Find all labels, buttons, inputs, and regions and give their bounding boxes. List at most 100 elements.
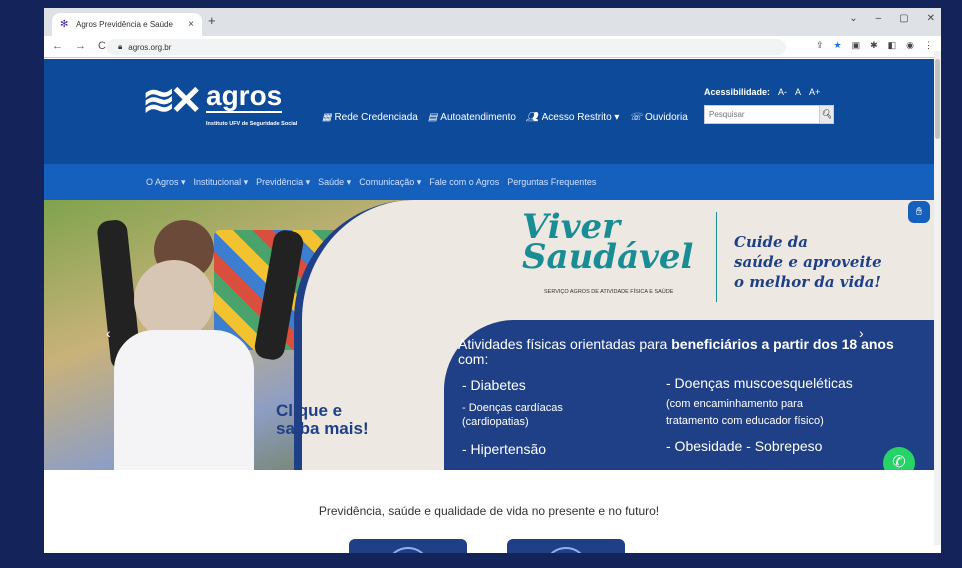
card-icon [389, 547, 427, 553]
url-text: agros.org.br [128, 42, 172, 52]
condition-item: (cardiopatias) [462, 416, 529, 428]
font-normal-button[interactable]: A [795, 87, 801, 97]
autoatendimento-link[interactable]: ▤ Autoatendimento [428, 112, 516, 123]
url-field[interactable]: 🔒︎ agros.org.br [106, 39, 786, 55]
condition-item: - Hipertensão [462, 441, 547, 457]
service-card[interactable] [507, 539, 625, 553]
agros-favicon-icon: ✻ [60, 18, 69, 30]
ouvidoria-link[interactable]: ☏ Ouvidoria [629, 112, 687, 123]
site-tagline: Previdência, saúde e qualidade de vida n… [318, 504, 660, 518]
heart-icon [547, 547, 585, 553]
cta-line: Clique e [276, 401, 343, 420]
minimize-button[interactable]: – [876, 13, 882, 24]
agros-logo[interactable]: ≋✕ agros Instituto UFV de Seguridade Soc… [142, 79, 302, 139]
condition-item: - Doenças muscoesqueléticas [666, 375, 853, 391]
menu-item-fale-conosco[interactable]: Fale com o Agros [429, 177, 499, 188]
panel-title-c: com: [458, 351, 489, 367]
search-box: 🔍︎ [704, 105, 834, 124]
panel-title-a: Atividades físicas orientadas para [458, 336, 672, 352]
users-icon: 👥︎ [525, 112, 539, 123]
menu-item-perguntas[interactable]: Perguntas Frequentes [507, 177, 596, 188]
card-icon: ▤ [427, 112, 438, 123]
menu-item-saude[interactable]: Saúde ▾ [318, 177, 351, 188]
font-increase-button[interactable]: A+ [809, 87, 820, 97]
cta-line: saiba mais! [276, 419, 369, 438]
browser-window: ✻ Agros Previdência e Saúde × + ⌄ – ▢ ✕ … [44, 8, 941, 553]
logo-subtitle: Instituto UFV de Seguridade Social [206, 121, 298, 127]
service-card[interactable] [349, 539, 467, 553]
brand-subtitle: SERVIÇO AGROS DE ATIVIDADE FÍSICA E SAÚD… [544, 289, 674, 295]
share-icon[interactable]: ⇪ [816, 40, 824, 51]
reload-icon[interactable]: C [98, 40, 106, 52]
condition-item: - Diabetes [462, 377, 526, 393]
tab-title: Agros Previdência e Saúde [76, 20, 173, 29]
condition-item: (com encaminhamento para [666, 398, 803, 410]
address-bar-row: ← → C 🔒︎ agros.org.br ⇪ ★ ▣ ✱ ◧ ◉ ⋮ [44, 36, 941, 58]
accessibility-controls: Acessibilidade: A- A A+ [704, 87, 820, 97]
chat-icon: ☏ [629, 112, 642, 123]
tab-strip: ✻ Agros Previdência e Saúde × + ⌄ – ▢ ✕ [44, 8, 941, 36]
search-icon: 🔍︎ [820, 109, 833, 119]
acesso-restrito-link[interactable]: 👥︎ Acesso Restrito ▾ [526, 112, 620, 123]
forward-icon[interactable]: → [75, 40, 86, 52]
link-label: Autoatendimento [440, 112, 516, 123]
panel-title: Atividades físicas orientadas para benef… [458, 337, 908, 367]
top-links: ▦ Rede Credenciada ▤ Autoatendimento 👥︎ Ace… [322, 112, 688, 123]
condition-item: - Doenças cardíacas [462, 402, 563, 414]
search-input[interactable] [705, 106, 819, 123]
menu-item-comunicacao[interactable]: Comunicação ▾ [359, 177, 421, 188]
condition-item: tratamento com educador físico) [666, 415, 824, 427]
divider [716, 212, 717, 302]
accessibility-hand-icon[interactable]: ✋︎ [908, 201, 930, 223]
lock-icon: 🔒︎ [118, 42, 123, 51]
search-button[interactable]: 🔍︎ [819, 106, 833, 123]
woman-figure [134, 260, 214, 340]
link-label: Ouvidoria [644, 112, 688, 123]
hero-banner[interactable]: Clique e saiba mais! Viver Saudável SERV… [44, 200, 934, 470]
tab-search-icon[interactable]: ⌄ [849, 13, 857, 24]
nav-buttons: ← → C [52, 40, 106, 52]
restore-button[interactable]: ▢ [899, 13, 908, 24]
rede-credenciada-link[interactable]: ▦ Rede Credenciada [322, 112, 418, 123]
puzzle-icon[interactable]: ✱ [870, 40, 878, 51]
browser-tab[interactable]: ✻ Agros Previdência e Saúde × [52, 13, 202, 36]
menu-item-institucional[interactable]: Institucional ▾ [194, 177, 249, 188]
page-scrollbar[interactable] [934, 51, 941, 545]
slogan-line: Cuide da [734, 233, 809, 251]
menu-item-previdencia[interactable]: Previdência ▾ [256, 177, 310, 188]
extension-icon[interactable]: ▣ [852, 40, 861, 51]
kebab-menu-icon[interactable]: ⋮ [924, 40, 933, 51]
extension-icons: ⇪ ★ ▣ ✱ ◧ ◉ ⋮ [816, 40, 933, 51]
brand-line: Saudável [522, 237, 694, 277]
carousel-next-icon[interactable]: › [859, 325, 864, 341]
condition-item: - Obesidade - Sobrepeso [666, 438, 823, 454]
link-label: Rede Credenciada [334, 112, 418, 123]
cta-text[interactable]: Clique e saiba mais! [276, 402, 369, 438]
new-tab-button[interactable]: + [208, 13, 216, 28]
bookmark-star-icon[interactable]: ★ [833, 40, 841, 51]
slogan: Cuide da saúde e aproveite o melhor da v… [734, 232, 882, 292]
sidepanel-icon[interactable]: ◧ [888, 40, 897, 51]
page-viewport: ≋✕ agros Instituto UFV de Seguridade Soc… [44, 59, 934, 553]
window-controls: ⌄ – ▢ ✕ [849, 13, 935, 24]
slogan-line: o melhor da vida! [734, 273, 882, 291]
accessibility-label: Acessibilidade: [704, 87, 771, 97]
slogan-line: saúde e aproveite [734, 253, 882, 271]
site-header: ≋✕ agros Instituto UFV de Seguridade Soc… [44, 59, 934, 164]
logo-mark-icon: ≋✕ [142, 79, 203, 123]
link-label: Acesso Restrito ▾ [541, 112, 620, 123]
scrollbar-thumb[interactable] [935, 59, 940, 139]
viver-saudavel-logo: Viver Saudável [522, 210, 694, 277]
menu-items: O Agros ▾ Institucional ▾ Previdência ▾ … [146, 177, 596, 188]
back-icon[interactable]: ← [52, 40, 63, 52]
font-decrease-button[interactable]: A- [778, 87, 787, 97]
building-icon: ▦ [322, 112, 332, 123]
main-menu: O Agros ▾ Institucional ▾ Previdência ▾ … [44, 164, 934, 200]
logo-name: agros [206, 80, 283, 113]
carousel-prev-icon[interactable]: ‹ [106, 325, 111, 341]
tab-close-icon[interactable]: × [188, 19, 194, 30]
menu-item-o-agros[interactable]: O Agros ▾ [146, 177, 186, 188]
close-button[interactable]: ✕ [927, 13, 935, 24]
shirt-shape [114, 330, 254, 470]
profile-avatar[interactable]: ◉ [906, 40, 914, 51]
